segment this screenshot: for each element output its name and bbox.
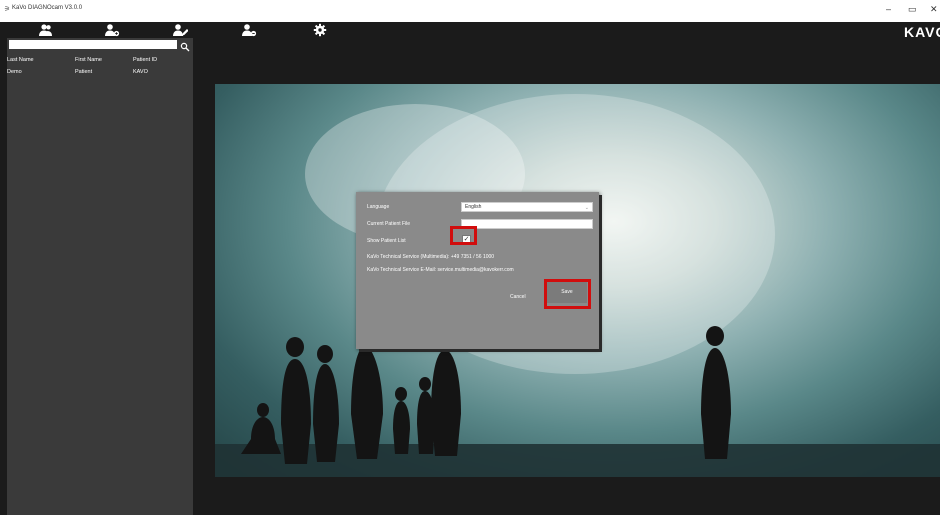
column-header-last-name[interactable]: Last Name: [7, 57, 34, 63]
current-patient-file-label: Current Patient File: [367, 221, 411, 227]
chevron-down-icon: ⌄: [584, 205, 589, 211]
language-select[interactable]: English ⌄: [461, 202, 593, 212]
patients-icon[interactable]: [38, 23, 54, 37]
cell-patient-id: KAVO: [133, 69, 148, 75]
maximize-button[interactable]: ▭: [908, 4, 917, 15]
minimize-button[interactable]: –: [886, 4, 891, 14]
search-input[interactable]: [9, 40, 177, 49]
settings-icon[interactable]: [313, 23, 329, 37]
title-bar: ⚞ KaVo DIAGNOcam V3.0.0 – ▭ ✕: [0, 0, 940, 22]
service-phone-text: KaVo Technical Service (Multimedia): +49…: [367, 254, 495, 260]
cancel-button[interactable]: Cancel: [510, 294, 526, 300]
checkbox-highlight: [450, 226, 477, 245]
save-button-highlight: [544, 279, 591, 309]
delete-patient-icon[interactable]: [241, 23, 257, 37]
settings-dialog: Language English ⌄ Current Patient File …: [356, 192, 599, 349]
language-label: Language: [367, 204, 390, 210]
app-icon: ⚞: [4, 6, 11, 13]
edit-patient-icon[interactable]: [172, 23, 189, 37]
show-patient-list-label: Show Patient List: [367, 238, 406, 244]
cell-first-name: Patient: [75, 69, 93, 75]
column-header-patient-id[interactable]: Patient ID: [133, 57, 157, 63]
language-value: English: [465, 204, 482, 210]
cell-last-name: Demo: [7, 69, 22, 75]
add-patient-icon[interactable]: [104, 23, 120, 37]
current-patient-file-input[interactable]: [461, 219, 593, 229]
toolbar: [0, 22, 940, 38]
column-header-first-name[interactable]: First Name: [75, 57, 102, 63]
window-title: KaVo DIAGNOcam V3.0.0: [12, 5, 83, 11]
patient-list-panel: Last Name First Name Patient ID Demo Pat…: [7, 38, 193, 515]
close-button[interactable]: ✕: [930, 4, 938, 15]
search-icon[interactable]: [180, 39, 190, 52]
service-email-text: KaVo Technical Service E-Mail: service.m…: [367, 267, 514, 273]
